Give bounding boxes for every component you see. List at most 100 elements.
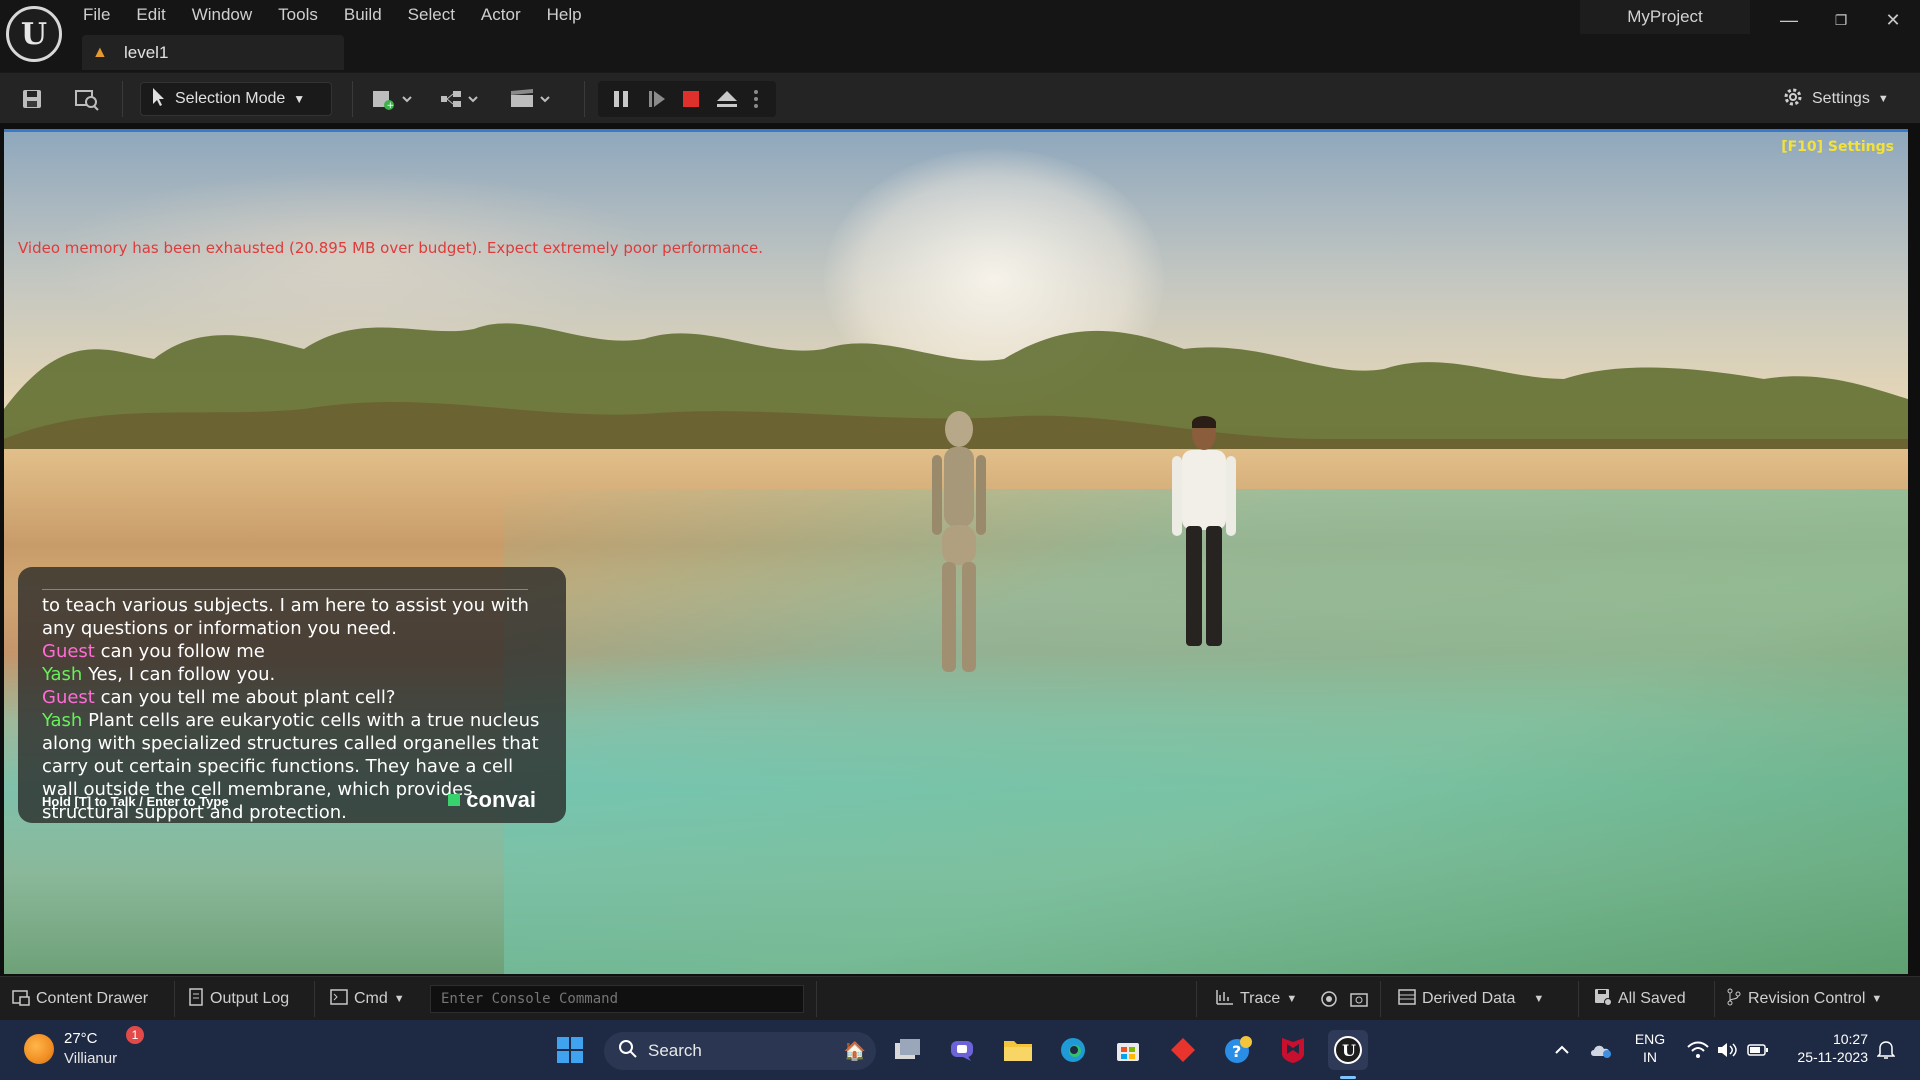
record-icon[interactable] bbox=[1320, 977, 1338, 1021]
convai-logo: convai bbox=[448, 787, 536, 813]
volume-icon[interactable] bbox=[1716, 1020, 1740, 1080]
all-saved-button[interactable]: All Saved bbox=[1594, 977, 1686, 1021]
level-viewport[interactable]: Video memory has been exhausted (20.895 … bbox=[4, 129, 1908, 974]
play-controls bbox=[598, 81, 776, 117]
app-diamond-icon[interactable] bbox=[1163, 1030, 1203, 1070]
robot-character[interactable] bbox=[904, 407, 1014, 707]
cmd-dropdown[interactable]: Cmd ▼ bbox=[330, 977, 405, 1021]
talk-type-hint: Hold [T] to Talk / Enter to Type bbox=[42, 794, 229, 809]
revision-control-dropdown[interactable]: Revision Control ▼ bbox=[1726, 977, 1882, 1021]
f10-settings-hint[interactable]: [F10] Settings bbox=[1781, 139, 1894, 155]
chat-line-text: can you follow me bbox=[100, 641, 265, 662]
revision-control-label: Revision Control bbox=[1748, 990, 1866, 1007]
restore-icon[interactable]: ❐ bbox=[1818, 6, 1864, 34]
title-bar: U File Edit Window Tools Build Select Ac… bbox=[0, 0, 1920, 72]
cinematics-icon[interactable] bbox=[506, 83, 556, 115]
search-highlight-icon: 🏠 bbox=[843, 1040, 866, 1061]
teams-icon[interactable] bbox=[943, 1030, 983, 1070]
project-name: MyProject bbox=[1580, 0, 1750, 34]
terminal-icon bbox=[330, 988, 348, 1010]
screenshot-icon[interactable] bbox=[1350, 977, 1368, 1021]
more-options-icon[interactable] bbox=[746, 83, 766, 115]
edge-icon[interactable] bbox=[1053, 1030, 1093, 1070]
menu-window[interactable]: Window bbox=[179, 0, 265, 30]
svg-text:+: + bbox=[387, 101, 395, 111]
chat-line-text: Yes, I can follow you. bbox=[88, 664, 276, 685]
minimize-icon[interactable]: — bbox=[1766, 6, 1812, 34]
language-code: ENG bbox=[1634, 1031, 1666, 1047]
level-tab[interactable]: ▲ level1 bbox=[82, 35, 344, 70]
wifi-icon[interactable] bbox=[1686, 1020, 1710, 1080]
battery-icon[interactable] bbox=[1746, 1020, 1770, 1080]
chat-line-text: can you tell me about plant cell? bbox=[100, 687, 396, 708]
step-frame-icon[interactable] bbox=[642, 83, 672, 115]
toolbar-separator bbox=[584, 81, 585, 117]
cmd-label: Cmd bbox=[354, 990, 388, 1007]
system-clock[interactable]: 10:27 25-11-2023 bbox=[1776, 1030, 1868, 1066]
all-saved-label: All Saved bbox=[1618, 990, 1686, 1007]
level-warning-icon: ▲ bbox=[92, 43, 108, 61]
divider bbox=[816, 981, 817, 1017]
divider bbox=[314, 981, 315, 1017]
video-memory-warning: Video memory has been exhausted (20.895 … bbox=[18, 239, 764, 257]
console-command-input[interactable] bbox=[430, 985, 804, 1013]
toolbar-separator bbox=[122, 81, 123, 117]
chat-speaker: Yash bbox=[42, 664, 83, 685]
menu-edit[interactable]: Edit bbox=[123, 0, 178, 30]
derived-data-dropdown[interactable]: Derived Data ▼ bbox=[1398, 977, 1544, 1021]
selection-mode-dropdown[interactable]: Selection Mode ▼ bbox=[140, 82, 332, 116]
svg-text:?: ? bbox=[1232, 1042, 1241, 1061]
menu-file[interactable]: File bbox=[70, 0, 123, 30]
menu-tools[interactable]: Tools bbox=[265, 0, 331, 30]
output-log-button[interactable]: Output Log bbox=[188, 977, 289, 1021]
chat-line: Guest can you tell me about plant cell? bbox=[42, 686, 542, 709]
add-actor-icon[interactable]: + bbox=[368, 83, 418, 115]
select-cursor-icon bbox=[151, 87, 167, 112]
blueprint-icon[interactable] bbox=[436, 83, 486, 115]
start-icon[interactable] bbox=[550, 1030, 590, 1070]
weather-location[interactable]: Villianur bbox=[64, 1050, 117, 1067]
unreal-engine-icon[interactable]: U bbox=[1328, 1030, 1368, 1070]
derived-data-icon bbox=[1398, 988, 1416, 1010]
chat-line: Guest can you follow me bbox=[42, 640, 542, 663]
menu-actor[interactable]: Actor bbox=[468, 0, 534, 30]
derived-data-label: Derived Data bbox=[1422, 990, 1516, 1007]
unreal-logo-icon[interactable]: U bbox=[6, 6, 62, 62]
file-explorer-icon[interactable] bbox=[998, 1030, 1038, 1070]
settings-label: Settings bbox=[1812, 90, 1870, 107]
onedrive-icon[interactable] bbox=[1588, 1020, 1614, 1080]
trace-dropdown[interactable]: Trace ▼ bbox=[1216, 977, 1297, 1021]
chat-line: Yash Yes, I can follow you. bbox=[42, 663, 542, 686]
taskbar-search[interactable]: Search 🏠 bbox=[604, 1032, 876, 1070]
stop-icon[interactable] bbox=[676, 83, 706, 115]
weather-temperature[interactable]: 27°C bbox=[64, 1030, 98, 1047]
region-code: IN bbox=[1643, 1049, 1657, 1065]
task-view-icon[interactable] bbox=[888, 1030, 928, 1070]
store-icon[interactable] bbox=[1108, 1030, 1148, 1070]
chat-speaker: Guest bbox=[42, 641, 95, 662]
menu-select[interactable]: Select bbox=[395, 0, 468, 30]
chevron-down-icon: ▼ bbox=[1533, 993, 1545, 1005]
browse-icon[interactable] bbox=[72, 83, 102, 115]
clock-date: 25-11-2023 bbox=[1797, 1049, 1868, 1065]
content-drawer-button[interactable]: Content Drawer bbox=[12, 977, 148, 1021]
notification-bell-icon[interactable] bbox=[1874, 1020, 1898, 1080]
pause-icon[interactable] bbox=[606, 83, 636, 115]
menu-build[interactable]: Build bbox=[331, 0, 395, 30]
clock-time: 10:27 bbox=[1832, 1031, 1868, 1047]
input-language[interactable]: ENG IN bbox=[1622, 1030, 1678, 1066]
mcafee-icon[interactable] bbox=[1273, 1030, 1313, 1070]
close-icon[interactable]: ✕ bbox=[1870, 6, 1916, 34]
menu-help[interactable]: Help bbox=[534, 0, 595, 30]
selection-mode-label: Selection Mode bbox=[175, 90, 286, 107]
output-log-label: Output Log bbox=[210, 990, 290, 1007]
yash-character[interactable] bbox=[1154, 414, 1254, 664]
save-icon[interactable] bbox=[18, 83, 46, 115]
settings-button[interactable]: Settings ▼ bbox=[1782, 85, 1889, 113]
chevron-up-icon[interactable] bbox=[1552, 1020, 1572, 1080]
eject-icon[interactable] bbox=[712, 83, 742, 115]
active-app-indicator bbox=[1340, 1076, 1356, 1079]
help-icon[interactable]: ? bbox=[1218, 1030, 1258, 1070]
weather-icon[interactable] bbox=[24, 1034, 54, 1064]
svg-text:U: U bbox=[1342, 1041, 1356, 1060]
